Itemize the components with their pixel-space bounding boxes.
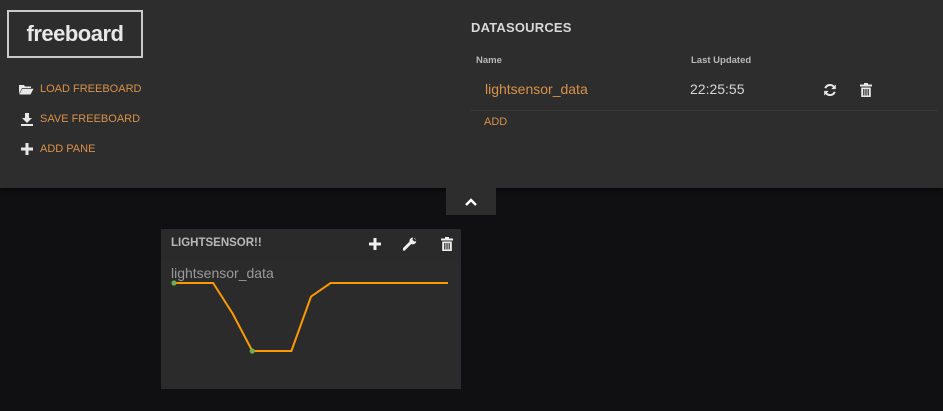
refresh-icon[interactable]: [823, 82, 837, 98]
save-freeboard-label: SAVE FREEBOARD: [40, 113, 141, 125]
folder-open-icon: [19, 82, 34, 96]
pane-lightsensor: LIGHTSENSOR!! lightsensor_data: [161, 229, 461, 389]
freeboard-logo: freeboard: [7, 10, 143, 58]
sparkline-line: [174, 282, 448, 352]
download-icon: [19, 112, 34, 126]
sparkline-chart: [171, 280, 448, 354]
toggle-header-button[interactable]: [446, 188, 496, 215]
column-header-name: Name: [476, 55, 502, 66]
sparkline-start-dot: [171, 280, 177, 286]
admin-bar: freeboard LOAD FREEBOARD SAVE FREEBOARD …: [0, 0, 943, 188]
datasource-name-link[interactable]: lightsensor_data: [485, 81, 588, 97]
load-freeboard-button[interactable]: LOAD FREEBOARD: [19, 80, 141, 98]
chevron-up-icon: [465, 193, 477, 211]
load-freeboard-label: LOAD FREEBOARD: [40, 83, 142, 95]
save-freeboard-button[interactable]: SAVE FREEBOARD: [19, 110, 140, 128]
datasources-title: DATASOURCES: [471, 20, 572, 35]
add-datasource-link[interactable]: ADD: [484, 116, 507, 128]
plus-icon: [19, 142, 34, 156]
add-pane-button[interactable]: ADD PANE: [19, 140, 95, 158]
add-pane-label: ADD PANE: [40, 143, 96, 155]
sparkline-min-dot: [249, 348, 255, 354]
datasource-last-updated: 22:25:55: [690, 81, 745, 97]
datasource-row-divider: [471, 110, 937, 111]
column-header-last-updated: Last Updated: [691, 55, 752, 66]
trash-icon[interactable]: [859, 82, 873, 98]
